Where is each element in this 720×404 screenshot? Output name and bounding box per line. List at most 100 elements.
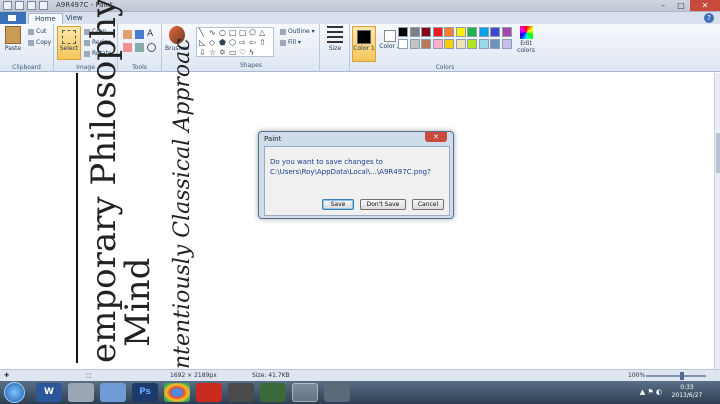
select-button[interactable]: Select xyxy=(57,26,81,60)
pentagon-shape-icon[interactable]: ⬟ xyxy=(219,38,226,47)
heart-shape-icon[interactable]: ♡ xyxy=(239,48,246,57)
diamond-shape-icon[interactable]: ◇ xyxy=(209,38,215,47)
window-controls: – □ ✕ xyxy=(654,0,720,11)
text-icon[interactable]: A xyxy=(147,30,153,39)
zoom-level: 100% xyxy=(628,372,646,379)
callout-shape-icon[interactable]: ▭ xyxy=(229,48,237,57)
color-swatch[interactable] xyxy=(444,27,454,37)
clipboard-icon xyxy=(5,26,21,44)
zoom-slider[interactable] xyxy=(646,375,706,377)
start-button[interactable] xyxy=(4,382,25,403)
color-swatch[interactable] xyxy=(490,38,500,49)
size-group: Size xyxy=(320,24,350,72)
fill-dropdown[interactable]: Fill ▾ xyxy=(280,39,301,47)
maximize-button[interactable]: □ xyxy=(672,0,690,11)
star-six-shape-icon[interactable]: ✡ xyxy=(219,48,226,57)
tab-home[interactable]: Home xyxy=(28,13,63,24)
paint-app-icon[interactable] xyxy=(3,1,12,10)
star-shape-icon[interactable]: ☆ xyxy=(209,48,216,57)
canvas[interactable]: emporary Philosophy Mind ntentiously Cla… xyxy=(0,0,720,369)
color1-button[interactable]: Color 1 xyxy=(352,26,376,62)
color-swatch[interactable] xyxy=(478,38,489,49)
status-bar: ✚ ⬚ 1692 × 2189px Size: 41.7KB 100% xyxy=(0,369,720,381)
triangle-shape-icon[interactable]: △ xyxy=(259,28,265,37)
save-icon[interactable] xyxy=(15,1,24,10)
paste-button[interactable]: Paste xyxy=(1,26,25,52)
minimize-button[interactable]: – xyxy=(654,0,672,11)
color-swatch[interactable] xyxy=(409,38,420,49)
color-swatch[interactable] xyxy=(432,27,443,37)
color-swatch[interactable] xyxy=(467,38,477,49)
taskbar-word[interactable]: W xyxy=(36,383,62,402)
taskbar-app-10[interactable] xyxy=(324,383,350,402)
dont-save-button[interactable]: Don't Save xyxy=(360,199,406,210)
color-swatch[interactable] xyxy=(467,27,477,37)
shapes-gallery[interactable]: ╲ ∿ ○ □ ▢ ⬠ △ ◺ ◇ ⬟ ⬡ ⇨ ⇦ ⇧ ⇩ ☆ ✡ ▭ ♡ ϟ xyxy=(196,27,274,57)
color-swatch[interactable] xyxy=(444,38,454,49)
left-arrow-shape-icon[interactable]: ⇦ xyxy=(249,38,256,47)
taskbar-app-7[interactable] xyxy=(228,383,254,402)
help-icon[interactable]: ? xyxy=(704,13,714,23)
oval-shape-icon[interactable]: ○ xyxy=(219,28,226,37)
vertical-scrollbar[interactable] xyxy=(714,73,720,369)
image-dimensions: 1692 × 2189px xyxy=(170,372,217,379)
color-swatch[interactable] xyxy=(432,38,443,49)
taskbar-acrobat[interactable] xyxy=(196,383,222,402)
quick-access-toolbar xyxy=(3,1,48,10)
taskbar-paint[interactable] xyxy=(292,383,318,402)
eraser-icon[interactable] xyxy=(123,43,132,52)
color-swatch[interactable] xyxy=(501,27,512,37)
size-button[interactable]: Size xyxy=(323,26,347,52)
canvas-text-line2: Mind xyxy=(118,257,158,347)
redo-icon[interactable] xyxy=(39,1,48,10)
undo-icon[interactable] xyxy=(27,1,36,10)
hexagon-shape-icon[interactable]: ⬡ xyxy=(229,38,236,47)
right-arrow-shape-icon[interactable]: ⇨ xyxy=(239,38,246,47)
dialog-close-button[interactable]: ✕ xyxy=(425,132,447,142)
outline-dropdown[interactable]: Outline ▾ xyxy=(280,28,315,36)
scroll-thumb[interactable] xyxy=(716,133,720,173)
up-arrow-shape-icon[interactable]: ⇧ xyxy=(259,38,266,47)
lightning-shape-icon[interactable]: ϟ xyxy=(249,48,254,57)
taskbar-photoshop[interactable]: Ps xyxy=(132,383,158,402)
right-triangle-shape-icon[interactable]: ◺ xyxy=(199,38,205,47)
cut-button[interactable]: Cut xyxy=(28,28,46,36)
copy-button[interactable]: Copy xyxy=(28,39,51,47)
color-swatch[interactable] xyxy=(501,38,512,49)
close-button[interactable]: ✕ xyxy=(690,0,720,11)
color-swatch[interactable] xyxy=(398,38,408,49)
color-swatch[interactable] xyxy=(455,27,466,37)
color-swatch[interactable] xyxy=(398,27,408,37)
down-arrow-shape-icon[interactable]: ⇩ xyxy=(199,48,206,57)
color-swatch[interactable] xyxy=(409,27,420,37)
color-picker-icon[interactable] xyxy=(135,43,144,52)
line-shape-icon[interactable]: ╲ xyxy=(199,28,204,37)
taskbar-chrome[interactable] xyxy=(164,383,190,402)
color-swatch[interactable] xyxy=(421,38,431,49)
paint-menu-button[interactable] xyxy=(0,12,26,24)
fill-bucket-icon[interactable] xyxy=(135,30,144,39)
cancel-button[interactable]: Cancel xyxy=(412,199,444,210)
edit-colors-button[interactable]: Edit colors xyxy=(514,26,538,54)
color-swatch[interactable] xyxy=(421,27,431,37)
color-swatch[interactable] xyxy=(478,27,489,37)
taskbar-explorer[interactable] xyxy=(68,383,94,402)
taskbar-app-3[interactable] xyxy=(100,383,126,402)
magnifier-icon[interactable] xyxy=(147,43,156,52)
clock-time: 0:33 xyxy=(680,384,694,391)
system-tray[interactable]: ▲ ⚑ ◐ xyxy=(640,388,662,396)
color-swatch[interactable] xyxy=(490,27,500,37)
scissors-icon xyxy=(28,28,34,35)
save-button[interactable]: Save xyxy=(322,199,354,210)
pencil-icon[interactable] xyxy=(123,30,132,39)
clock[interactable]: 0:33 2013/6/27 xyxy=(668,384,706,400)
zoom-slider-thumb[interactable] xyxy=(680,372,684,380)
rectangle-shape-icon[interactable]: □ xyxy=(229,28,237,37)
file-size: Size: 41.7KB xyxy=(252,372,290,379)
curve-shape-icon[interactable]: ∿ xyxy=(209,28,216,37)
color-swatch[interactable] xyxy=(455,38,466,49)
rounded-rect-shape-icon[interactable]: ▢ xyxy=(239,28,247,37)
fill-icon xyxy=(280,39,286,46)
polygon-shape-icon[interactable]: ⬠ xyxy=(249,28,256,37)
taskbar-app-8[interactable] xyxy=(260,383,286,402)
